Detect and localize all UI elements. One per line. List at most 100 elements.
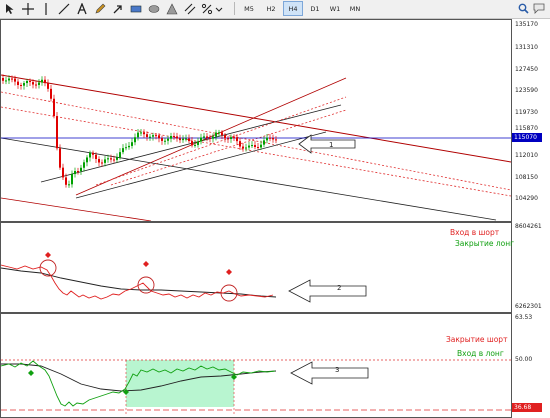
channel-tool-icon[interactable] (182, 1, 198, 16)
candle-body (119, 152, 121, 158)
candle-body (197, 141, 199, 145)
candle-body (116, 157, 118, 160)
trendline-icon[interactable] (56, 1, 72, 16)
timeframe-w1[interactable]: W1 (325, 1, 345, 16)
arrow-callout-3 (290, 361, 369, 385)
chevron-down-icon[interactable] (214, 1, 224, 16)
crosshair-icon[interactable] (20, 1, 36, 16)
candle-body (194, 144, 196, 146)
cursor-icon[interactable] (2, 1, 18, 16)
channel-dotted-line (1, 106, 511, 197)
candle-body (269, 137, 271, 139)
candle-body (14, 78, 16, 82)
pencil-icon[interactable] (92, 1, 108, 16)
candle-body (86, 157, 88, 163)
candle-body (251, 145, 253, 147)
candle-body (260, 144, 262, 148)
candle-body (158, 135, 160, 139)
indicator1-axis: 8604261 6262301 (512, 222, 550, 313)
long-entry-zone (126, 360, 234, 407)
price-axis-label: 112010 (515, 152, 538, 159)
candle-body (224, 135, 226, 139)
candle-body (110, 158, 112, 160)
price-axis-label: 131310 (515, 44, 538, 51)
price-axis-label: 119730 (515, 109, 538, 116)
current-price-tag: 115070 (512, 133, 542, 142)
ellipse-tool-icon[interactable] (146, 1, 162, 16)
rectangle-tool-icon[interactable] (128, 1, 144, 16)
candle-body (242, 146, 244, 149)
timeframe-h4[interactable]: H4 (283, 1, 303, 16)
candle-body (221, 132, 223, 136)
arrow-label-2: 2 (337, 284, 342, 292)
candle-body (134, 137, 136, 143)
triangle-tool-icon[interactable] (164, 1, 180, 16)
price-axis: 135170 131310 127450 123590 119730 11587… (512, 19, 550, 222)
candle-body (206, 136, 208, 138)
candle-body (257, 146, 259, 148)
channel-upper-line (1, 74, 511, 163)
percent-tool-icon[interactable] (200, 1, 214, 16)
candle-body (218, 132, 220, 134)
indicator2-canvas (1, 359, 511, 414)
price-axis-label: 135170 (515, 21, 538, 28)
candle-body (62, 167, 64, 178)
candle-body (74, 171, 76, 175)
candle-body (17, 81, 19, 85)
indicator2-axis-mid: 50.00 (515, 356, 533, 363)
candle-body (65, 177, 67, 185)
price-axis-label: 115870 (515, 125, 538, 132)
channel-dotted-line (1, 91, 511, 191)
indicator1-axis-top: 8604261 (515, 223, 542, 230)
candle-body (92, 152, 94, 155)
text-tool-icon[interactable] (74, 1, 90, 16)
candle-body (236, 137, 238, 142)
vertical-line-icon[interactable] (38, 1, 54, 16)
candle-body (101, 162, 103, 164)
candle-body (146, 134, 148, 137)
signal-circle (137, 276, 155, 294)
long-signal-marker (28, 370, 34, 376)
candle-body (248, 145, 250, 148)
candle-body (47, 83, 49, 89)
price-chart-panel[interactable]: 1 (0, 19, 512, 222)
candle-body (137, 132, 139, 138)
price-axis-label: 127450 (515, 66, 538, 73)
timeframe-d1[interactable]: D1 (305, 1, 325, 16)
timeframe-mn[interactable]: MN (345, 1, 365, 16)
arrow-tool-icon[interactable] (110, 1, 126, 16)
candle-body (128, 145, 130, 148)
candle-body (182, 139, 184, 141)
candle-body (149, 136, 151, 138)
chat-icon[interactable] (532, 1, 546, 16)
indicator2-axis-bottom: 36.68 (512, 403, 542, 412)
candle-body (155, 135, 157, 137)
candle-body (56, 116, 58, 149)
candle-body (161, 138, 163, 141)
candle-body (68, 184, 70, 186)
candle-body (173, 136, 175, 138)
candle-body (152, 135, 154, 137)
candle-body (95, 154, 97, 160)
timeframe-m5[interactable]: M5 (239, 1, 259, 16)
candle-body (233, 137, 235, 139)
search-icon[interactable] (516, 1, 530, 16)
indicator2-panel[interactable]: 3 Закрытие шорт Вход в лонг (0, 313, 512, 418)
arrow-callout-2 (288, 279, 367, 303)
candle-body (50, 88, 52, 99)
candle-body (230, 137, 232, 139)
price-axis-label: 108150 (515, 174, 538, 181)
candle-body (176, 136, 178, 139)
candle-body (227, 138, 229, 140)
candle-body (107, 158, 109, 160)
timeframe-h2[interactable]: H2 (261, 1, 281, 16)
legend-close-short: Закрытие шорт (446, 335, 508, 344)
indicator2-axis-top: 63.53 (515, 314, 533, 321)
candle-body (122, 148, 124, 153)
short-signal-marker (226, 269, 232, 275)
candle-body (89, 152, 91, 158)
candle-body (209, 137, 211, 139)
candle-body (23, 83, 25, 86)
indicator1-panel[interactable]: 2 Вход в шорт Закрытие лонг (0, 222, 514, 313)
candle-body (245, 147, 247, 149)
